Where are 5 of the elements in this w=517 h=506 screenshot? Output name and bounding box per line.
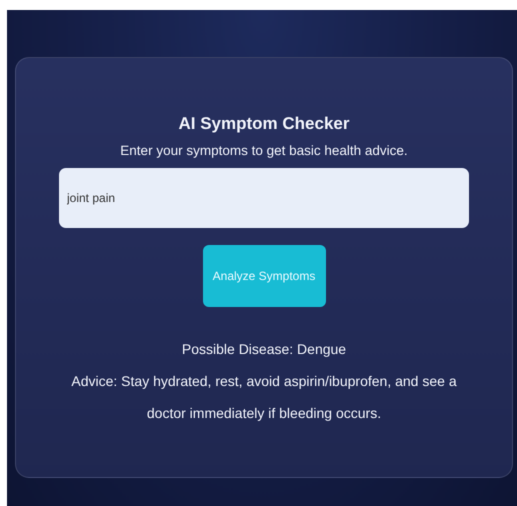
advice-text: Advice: Stay hydrated, rest, avoid aspirin/ibuprofen, and see a doctor immediately if bleeding occurs. (70, 372, 458, 423)
app-title: AI Symptom Checker (178, 113, 350, 135)
symptom-input-field[interactable]: joint pain (59, 168, 469, 228)
disease-result: Possible Disease: Dengue (182, 340, 346, 359)
subtitle: Enter your symptoms to get basic health advice. (120, 142, 408, 160)
